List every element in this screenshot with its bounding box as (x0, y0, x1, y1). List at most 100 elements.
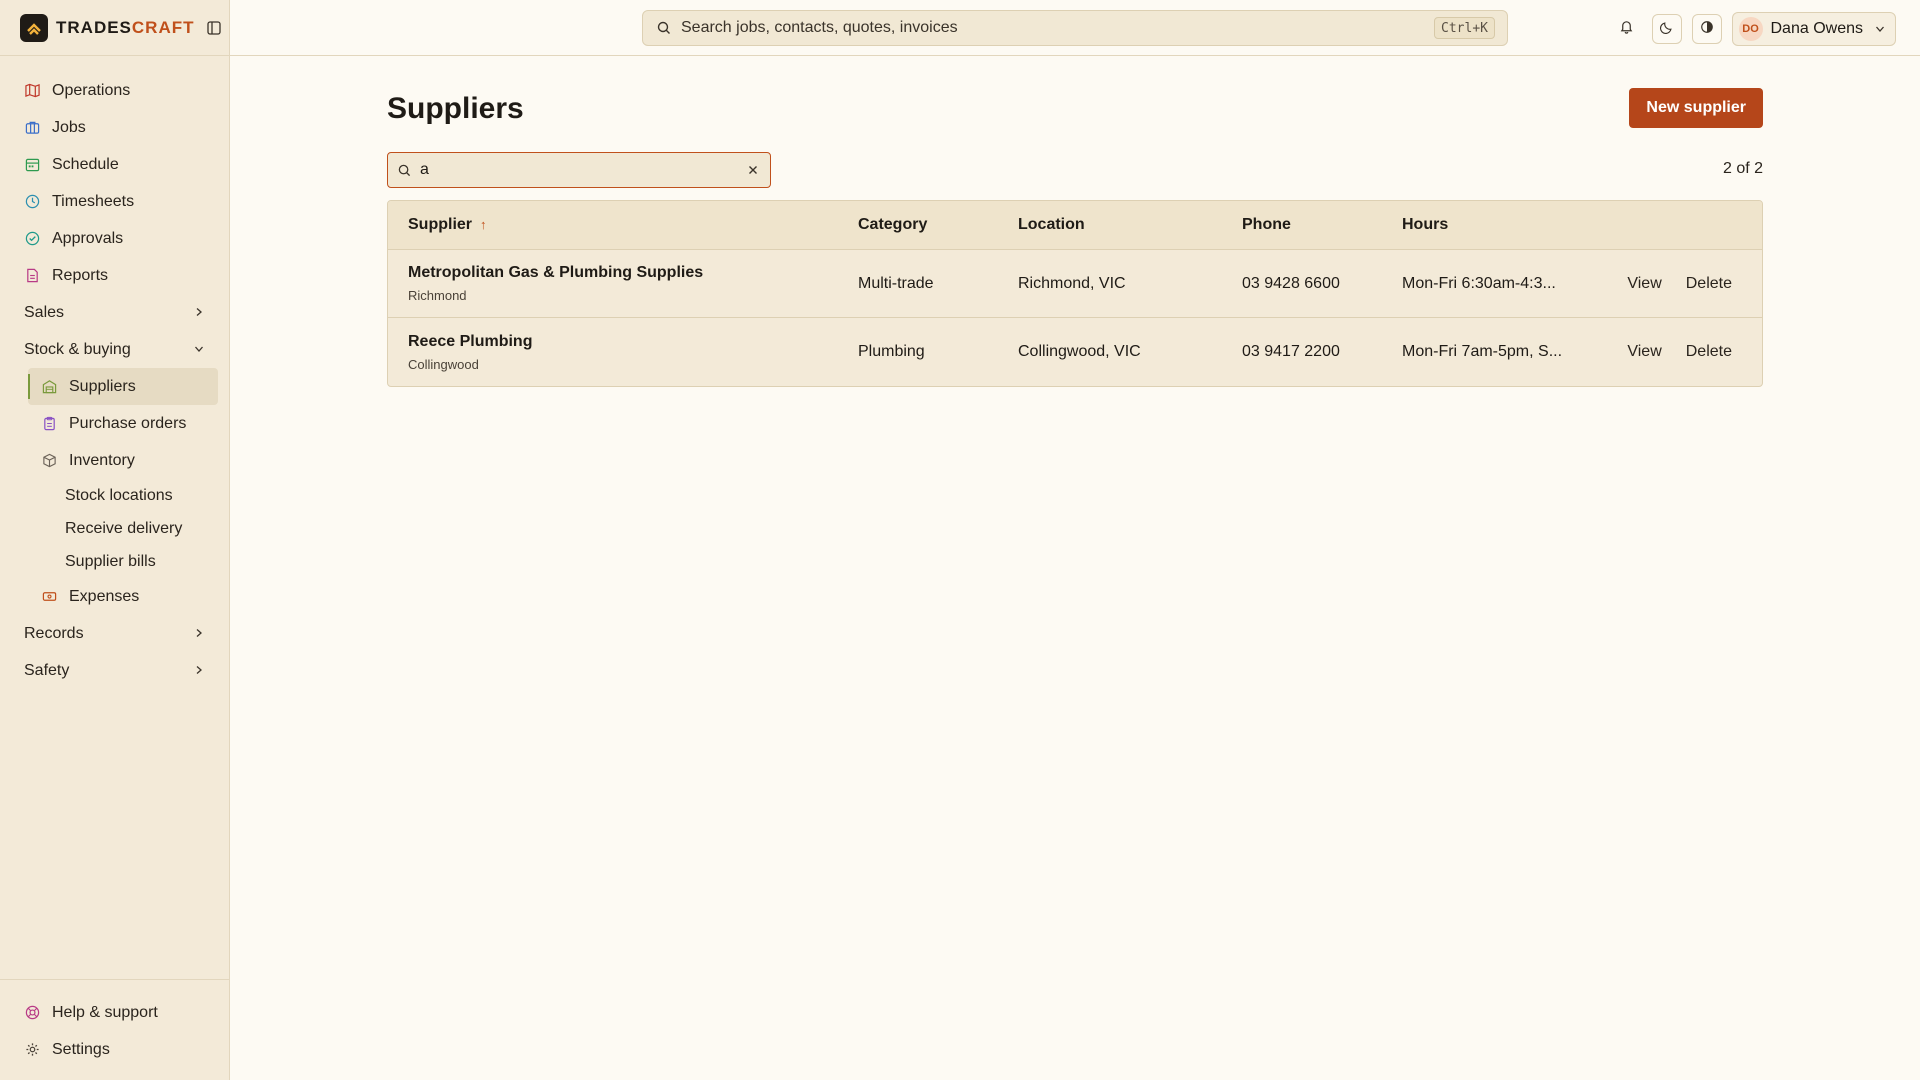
chevron-right-icon (194, 662, 204, 680)
nav-group-safety[interactable]: Safety (0, 652, 230, 689)
nav-label: Records (24, 624, 84, 642)
nav-label: Operations (52, 81, 131, 99)
chevron-right-icon (194, 304, 204, 322)
report-icon (24, 268, 40, 284)
user-name: Dana Owens (1770, 20, 1864, 37)
topbar: Search jobs, contacts, quotes, invoices … (230, 0, 1920, 56)
nav-item-settings[interactable]: Settings (0, 1031, 230, 1068)
supplier-suburb: Richmond (408, 288, 467, 303)
table-row[interactable]: Metropolitan Gas & Plumbing Supplies Ric… (388, 250, 1762, 318)
hours-cell: Mon-Fri 6:30am-4:3... (1402, 274, 1556, 292)
sidebar-item-purchase-orders[interactable]: Purchase orders (0, 405, 230, 442)
filter-value: a (420, 161, 429, 178)
sidebar-item-supplier-bills[interactable]: Supplier bills (0, 545, 230, 578)
sidebar-item-inventory[interactable]: Inventory (0, 442, 230, 479)
sidebar-item-stock-locations[interactable]: Stock locations (0, 479, 230, 512)
clear-icon[interactable] (746, 163, 760, 177)
supplier-suburb: Collingwood (408, 356, 479, 372)
nav-item-operations[interactable]: Operations (0, 72, 230, 109)
nav-group-records[interactable]: Records (0, 615, 230, 652)
supplier-name[interactable]: Reece Plumbing (408, 333, 858, 351)
phone-cell: 03 9428 6600 (1242, 274, 1340, 292)
new-supplier-button[interactable]: New supplier (1629, 88, 1763, 128)
clipboard-icon (41, 416, 57, 432)
nav-label: Sales (24, 303, 65, 321)
chevron-right-icon (194, 625, 204, 643)
nav-item-help[interactable]: Help & support (0, 994, 230, 1031)
column-header-location[interactable]: Location (1018, 216, 1242, 234)
nav-label: Stock & buying (24, 340, 131, 358)
nav-label: Approvals (52, 229, 124, 247)
theme-toggle-button[interactable] (1651, 14, 1682, 44)
sort-up-icon: ↑ (480, 217, 487, 232)
clock-icon (24, 194, 40, 210)
table-row[interactable]: Reece Plumbing Collingwood Plumbing Coll… (388, 318, 1762, 386)
calendar-icon (24, 157, 40, 173)
nav-item-reports[interactable]: Reports (0, 257, 230, 294)
search-icon (398, 163, 412, 177)
cash-icon (41, 589, 57, 605)
phone-cell: 03 9417 2200 (1242, 343, 1340, 360)
nav-label: Purchase orders (69, 414, 187, 432)
nav-item-jobs[interactable]: Jobs (0, 109, 230, 146)
table-header: Supplier ↑ Category Location Phone Hours (388, 201, 1762, 250)
notifications-button[interactable] (1612, 14, 1642, 44)
search-placeholder: Search jobs, contacts, quotes, invoices (681, 19, 958, 36)
view-button[interactable]: View (1627, 275, 1661, 293)
brand: TRADESCRAFT (0, 0, 229, 56)
topbar-actions: DO Dana Owens (1602, 12, 1896, 46)
nav-label: Inventory (69, 451, 135, 469)
actions-cell: View Delete (1602, 343, 1762, 361)
supplier-cell: Metropolitan Gas & Plumbing Supplies Ric… (388, 264, 858, 303)
column-header-hours[interactable]: Hours (1402, 216, 1602, 234)
category-cell: Plumbing (858, 343, 925, 360)
supplier-name[interactable]: Metropolitan Gas & Plumbing Supplies (408, 264, 858, 282)
bell-icon (1619, 19, 1634, 39)
delete-button[interactable]: Delete (1686, 343, 1732, 361)
nav-label: Safety (24, 661, 70, 679)
gear-icon (24, 1042, 40, 1058)
sidebar-item-expenses[interactable]: Expenses (0, 578, 230, 615)
nav-label: Stock locations (65, 486, 173, 504)
brand-name: TRADESCRAFT (56, 17, 195, 37)
suppliers-table: Supplier ↑ Category Location Phone Hours … (387, 200, 1763, 387)
search-icon (657, 20, 673, 36)
nav-label: Help & support (52, 1003, 158, 1021)
chevron-down-icon (194, 341, 204, 359)
column-header-phone[interactable]: Phone (1242, 216, 1402, 234)
view-button[interactable]: View (1627, 343, 1661, 361)
column-header-category[interactable]: Category (858, 216, 1018, 234)
nav-item-schedule[interactable]: Schedule (0, 146, 230, 183)
avatar: DO (1738, 17, 1763, 41)
nav-item-timesheets[interactable]: Timesheets (0, 183, 230, 220)
shortcut-badge: Ctrl+K (1434, 17, 1495, 39)
sidebar: TRADESCRAFT Operations Jobs Schedule Tim… (0, 0, 230, 1080)
supplier-cell: Reece Plumbing Collingwood (388, 333, 858, 372)
nav-label: Expenses (69, 587, 140, 605)
nav-label: Receive delivery (65, 519, 183, 537)
briefcase-icon (24, 120, 40, 136)
location-cell: Richmond, VIC (1018, 274, 1126, 292)
contrast-button[interactable] (1691, 14, 1722, 44)
category-cell: Multi-trade (858, 274, 934, 292)
chevron-down-icon (1875, 24, 1885, 34)
moon-icon (1659, 20, 1674, 39)
map-icon (24, 83, 40, 99)
nav-label: Supplier bills (65, 552, 156, 570)
nav-group-sales[interactable]: Sales (0, 294, 230, 331)
contrast-icon (1700, 20, 1714, 39)
user-menu-button[interactable]: DO Dana Owens (1731, 12, 1896, 46)
sidebar-item-receive-delivery[interactable]: Receive delivery (0, 512, 230, 545)
warehouse-icon (41, 379, 57, 395)
sidebar-item-suppliers[interactable]: Suppliers (28, 368, 218, 405)
global-search-input[interactable]: Search jobs, contacts, quotes, invoices … (642, 10, 1508, 46)
nav-group-stock-buying[interactable]: Stock & buying (0, 331, 230, 368)
nav-item-approvals[interactable]: Approvals (0, 220, 230, 257)
delete-button[interactable]: Delete (1686, 275, 1732, 293)
check-circle-icon (24, 231, 40, 247)
nav-label: Settings (52, 1040, 110, 1058)
supplier-filter-input[interactable]: a (387, 152, 771, 188)
sidebar-collapse-icon[interactable] (205, 19, 223, 37)
logo-icon (20, 13, 48, 42)
column-header-supplier[interactable]: Supplier ↑ (388, 216, 858, 234)
